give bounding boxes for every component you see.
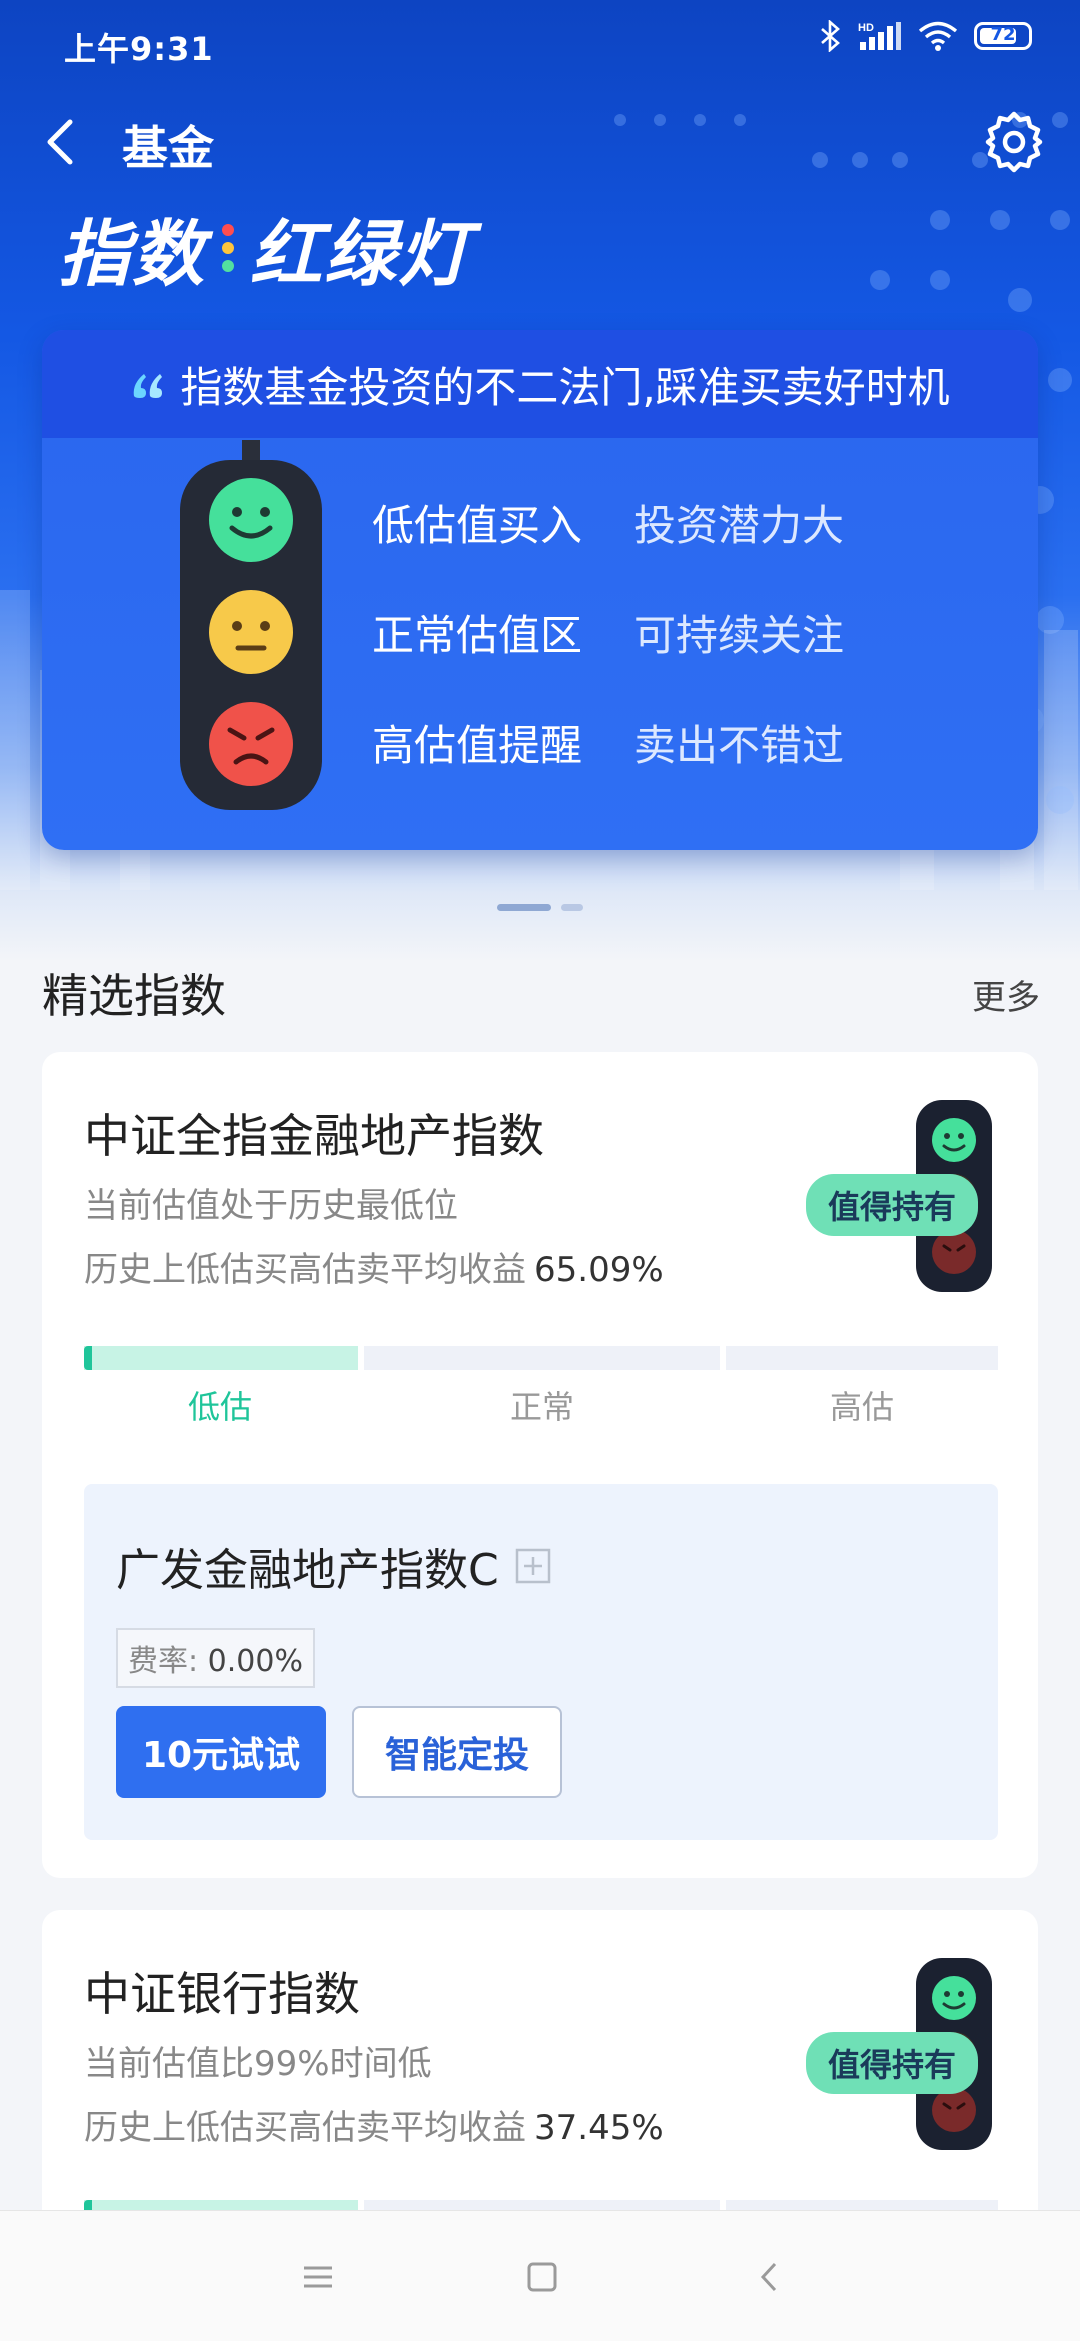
index-return: 历史上低估买高估卖平均收益 37.45% [84,2100,664,2149]
svg-text:HD: HD [858,22,874,34]
menu-icon[interactable] [296,2255,340,2299]
status-badge: 值得持有 [805,2032,978,2094]
scale-segment-low [84,1346,358,1370]
pager-dot[interactable] [561,904,583,911]
brand-logo: 指数 红绿灯 [58,195,472,300]
quote-icon [134,374,163,398]
bluetooth-icon [821,20,840,52]
index-name: 中证全指金融地产指数 [84,1109,544,1163]
pager-dot-active [497,904,551,911]
top-navbar: 基金 [0,100,1080,184]
status-badge: 值得持有 [805,1174,978,1236]
banner-row-label: 正常估值区 [372,611,583,660]
banner-row: 正常估值区 可持续关注 [372,602,844,712]
hero-header: 上午9:31 HD 72 基金 指数 红绿灯 指数基金投资的不二法门,踩准买卖好… [0,0,1080,960]
index-name: 中证银行指数 [84,1967,360,2021]
more-link[interactable]: 更多 [972,970,1040,1019]
index-return: 历史上低估买高估卖平均收益 65.09% [84,1242,664,1291]
index-valuation-desc: 当前估值比99%时间低 [84,2044,432,2084]
banner-row-note: 卖出不错过 [634,721,845,770]
section-title: 精选指数 [42,969,226,1023]
banner-headline-bar: 指数基金投资的不二法门,踩准买卖好时机 [42,330,1038,438]
valuation-scale [84,1346,998,1376]
scale-segment-high [726,1346,998,1370]
index-card[interactable]: 中证全指金融地产指数 当前估值处于历史最低位 历史上低估买高估卖平均收益 65.0… [42,1052,1038,1878]
gear-icon[interactable] [980,108,1048,176]
back-nav-icon[interactable] [748,2255,792,2299]
traffic-light-dots-icon [222,223,235,272]
banner-rows: 低估值买入 投资潜力大 正常估值区 可持续关注 高估值提醒 卖出不错过 [372,492,844,822]
fee-label: 费率: [128,1644,199,1679]
traffic-light-icon [180,440,322,810]
banner-headline: 指数基金投资的不二法门,踩准买卖好时机 [180,362,950,412]
wifi-icon [918,21,958,51]
banner-pager [0,904,1080,911]
brand-text-left: 指数 [58,212,207,296]
brand-text-right: 红绿灯 [250,212,473,296]
battery-icon: 72 [974,22,1032,50]
return-label: 历史上低估买高估卖平均收益 [84,1250,526,1290]
fund-name-row[interactable]: 广发金融地产指数C [116,1534,551,1598]
status-bar: 上午9:31 HD 72 [0,0,1080,76]
page-title: 基金 [122,121,214,175]
system-navigation-bar [0,2210,1080,2341]
banner-row: 低估值买入 投资潜力大 [372,492,844,602]
banner-row-note: 可持续关注 [634,611,845,660]
try-10-yuan-button[interactable]: 10元试试 [116,1706,326,1798]
fee-value: 0.00% [207,1644,303,1679]
scale-segment-normal [364,1346,720,1370]
add-watchlist-icon[interactable] [515,1548,551,1584]
home-icon[interactable] [520,2255,564,2299]
banner-row: 高估值提醒 卖出不错过 [372,712,844,822]
promo-banner[interactable]: 指数基金投资的不二法门,踩准买卖好时机 低估值买入 投资潜力大 正常估值区 可持… [42,330,1038,850]
status-time: 上午9:31 [64,30,214,68]
return-value: 37.45% [534,2108,664,2148]
banner-row-label: 高估值提醒 [372,721,583,770]
scale-label-high: 高估 [830,1388,895,1426]
smart-plan-button[interactable]: 智能定投 [352,1706,562,1798]
fee-tag: 费率: 0.00% [116,1628,315,1688]
index-valuation-desc: 当前估值处于历史最低位 [84,1186,458,1226]
fund-box: 广发金融地产指数C 费率: 0.00% 10元试试 智能定投 [84,1484,998,1840]
scale-labels: 低估 正常 高估 [84,1382,998,1426]
scale-label-low: 低估 [188,1388,253,1426]
banner-row-label: 低估值买入 [372,501,583,550]
signal-icon: HD [858,22,901,50]
banner-row-note: 投资潜力大 [634,501,845,550]
back-icon[interactable] [40,114,86,170]
return-value: 65.09% [534,1250,664,1290]
scale-label-normal: 正常 [510,1388,575,1426]
return-label: 历史上低估买高估卖平均收益 [84,2108,526,2148]
fund-name: 广发金融地产指数C [116,1545,499,1596]
battery-level: 72 [990,24,1016,45]
status-icons: HD 72 [820,20,1032,52]
